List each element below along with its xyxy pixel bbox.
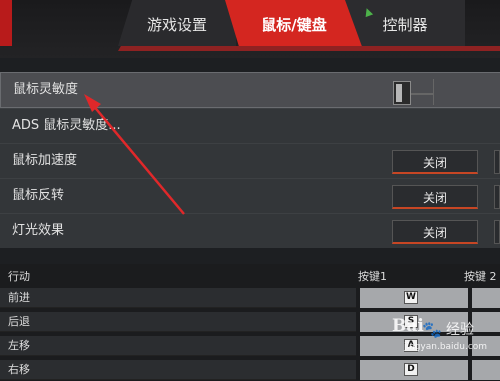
paw-icon: 🐾 — [422, 320, 442, 339]
key2-slot[interactable] — [472, 288, 500, 308]
keybind-row: 前进 W — [0, 288, 500, 308]
watermark-url: jingyan.baidu.com — [404, 342, 488, 352]
header-key1: 按键1 — [358, 270, 387, 283]
watermark-brand: Bai — [392, 316, 424, 336]
key-w-icon: W — [404, 291, 418, 304]
keybind-header: 行动 按键1 按键 2 — [0, 264, 500, 286]
baidu-jingyan-watermark: Bai 🐾 经验 jingyan.baidu.com — [392, 312, 500, 381]
header-action: 行动 — [8, 270, 30, 283]
header-key2: 按键 2 — [464, 270, 497, 283]
action-name: 前进 — [0, 288, 356, 308]
action-name: 右移 — [0, 360, 356, 380]
action-name: 后退 — [0, 312, 356, 332]
arrow-head — [84, 94, 101, 112]
arrow-line — [91, 103, 185, 215]
watermark-brand2: 经验 — [446, 322, 474, 338]
action-name: 左移 — [0, 336, 356, 356]
